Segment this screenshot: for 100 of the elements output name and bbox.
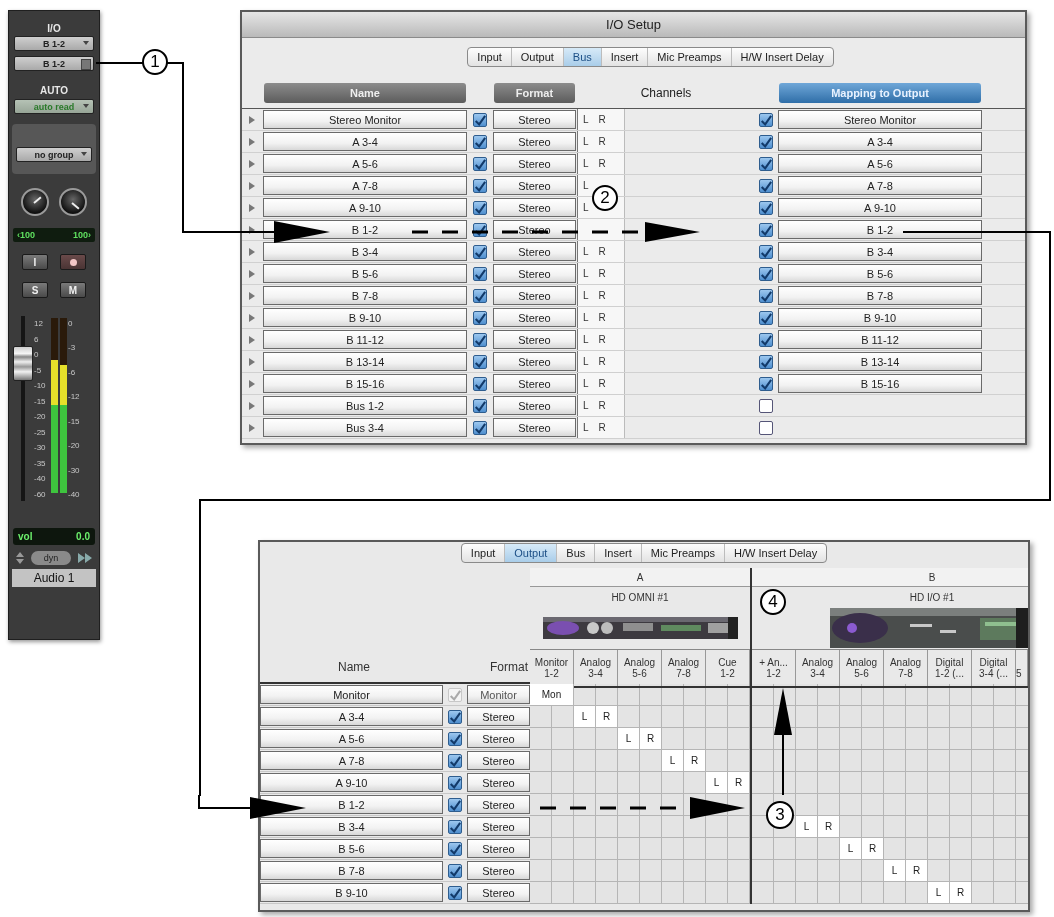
checkbox[interactable] (473, 354, 487, 369)
format-field[interactable]: Stereo (493, 352, 576, 371)
name-field[interactable]: A 7-8 (263, 176, 467, 195)
checkbox[interactable] (759, 354, 773, 369)
checkbox[interactable] (759, 332, 773, 347)
format-field[interactable]: Stereo (493, 242, 576, 261)
checkbox[interactable] (448, 753, 462, 768)
name-field[interactable]: B 11-12 (263, 330, 467, 349)
checkbox[interactable] (448, 819, 462, 834)
input-monitor-button[interactable]: I (22, 254, 48, 270)
name-field[interactable]: B 7-8 (260, 861, 443, 880)
format-field[interactable]: Stereo (493, 110, 576, 129)
patch-cell[interactable]: L (574, 706, 596, 728)
checkbox[interactable] (473, 398, 487, 413)
tab[interactable]: H/W Insert Delay (725, 544, 827, 562)
tab[interactable]: Bus (557, 544, 596, 562)
format-field[interactable]: Stereo (467, 861, 530, 880)
record-button[interactable] (60, 254, 86, 270)
checkbox[interactable] (448, 863, 462, 878)
mapping-field[interactable]: A 5-6 (778, 154, 982, 173)
patch-cell[interactable]: L (796, 816, 818, 838)
format-field[interactable]: Stereo (493, 264, 576, 283)
checkbox[interactable] (473, 266, 487, 281)
patch-cell[interactable]: L (884, 860, 906, 882)
mapping-field[interactable]: B 13-14 (778, 352, 982, 371)
name-field[interactable]: B 3-4 (260, 817, 443, 836)
name-field[interactable]: Bus 3-4 (263, 418, 467, 437)
name-field[interactable]: B 7-8 (263, 286, 467, 305)
checkbox[interactable] (473, 420, 487, 435)
patch-cell[interactable]: R (684, 750, 706, 772)
checkbox[interactable] (759, 112, 773, 127)
name-field[interactable]: B 5-6 (263, 264, 467, 283)
name-field[interactable]: A 9-10 (263, 198, 467, 217)
name-field[interactable]: B 15-16 (263, 374, 467, 393)
name-field[interactable]: B 5-6 (260, 839, 443, 858)
checkbox[interactable] (448, 841, 462, 856)
tab[interactable]: H/W Insert Delay (731, 48, 833, 66)
checkbox[interactable] (473, 288, 487, 303)
checkbox[interactable] (759, 178, 773, 193)
name-field[interactable]: A 9-10 (260, 773, 443, 792)
format-field[interactable]: Stereo (493, 198, 576, 217)
name-field[interactable]: A 5-6 (263, 154, 467, 173)
patch-cell[interactable]: R (862, 838, 884, 860)
checkbox[interactable] (759, 288, 773, 303)
name-field[interactable]: Stereo Monitor (263, 110, 467, 129)
checkbox[interactable] (448, 731, 462, 746)
output-selector[interactable]: B 1-2 (14, 56, 94, 71)
format-field[interactable]: Stereo (493, 154, 576, 173)
tab[interactable]: Bus (563, 48, 602, 66)
dyn-button[interactable]: dyn (31, 551, 71, 565)
patch-cell[interactable]: R (818, 816, 840, 838)
group-selector[interactable]: no group (16, 147, 92, 162)
patch-cell[interactable]: R (950, 882, 972, 904)
checkbox[interactable] (473, 376, 487, 391)
tab[interactable]: Insert (601, 48, 649, 66)
name-field[interactable]: B 9-10 (260, 883, 443, 902)
checkbox[interactable] (473, 178, 487, 193)
tab[interactable]: Output (505, 544, 558, 562)
checkbox[interactable] (473, 112, 487, 127)
format-field[interactable]: Stereo (493, 286, 576, 305)
column-header-button[interactable]: Format (494, 83, 575, 103)
fader-handle[interactable] (13, 346, 33, 381)
mapping-field[interactable]: B 9-10 (778, 308, 982, 327)
patch-cell[interactable]: R (906, 860, 928, 882)
checkbox[interactable] (448, 797, 462, 812)
format-field[interactable]: Stereo (493, 418, 576, 437)
solo-button[interactable]: S (22, 282, 48, 298)
mapping-field[interactable]: B 15-16 (778, 374, 982, 393)
mapping-field[interactable]: B 7-8 (778, 286, 982, 305)
checkbox[interactable] (759, 244, 773, 259)
name-field[interactable]: A 5-6 (260, 729, 443, 748)
format-field[interactable]: Stereo (467, 839, 530, 858)
name-field[interactable]: B 13-14 (263, 352, 467, 371)
name-field[interactable]: B 3-4 (263, 242, 467, 261)
mapping-field[interactable]: B 11-12 (778, 330, 982, 349)
mapping-field[interactable]: A 9-10 (778, 198, 982, 217)
mapping-field[interactable]: B 5-6 (778, 264, 982, 283)
name-field[interactable]: A 3-4 (260, 707, 443, 726)
checkbox[interactable] (759, 398, 773, 413)
patch-cell[interactable]: R (596, 706, 618, 728)
patch-cell[interactable]: L (928, 882, 950, 904)
tab[interactable]: Input (468, 48, 512, 66)
mapping-field[interactable]: B 1-2 (778, 220, 982, 239)
format-field[interactable]: Stereo (467, 795, 530, 814)
format-field[interactable]: Stereo (493, 132, 576, 151)
checkbox[interactable] (448, 709, 462, 724)
mapping-field[interactable]: Stereo Monitor (778, 110, 982, 129)
tab[interactable]: Insert (595, 544, 642, 562)
track-name[interactable]: Audio 1 (12, 569, 96, 587)
checkbox[interactable] (759, 222, 773, 237)
checkbox[interactable] (473, 156, 487, 171)
tab[interactable]: Output (511, 48, 564, 66)
pan-knob[interactable] (21, 188, 49, 216)
format-field[interactable]: Stereo (493, 330, 576, 349)
tab[interactable]: Mic Preamps (641, 544, 725, 562)
format-field[interactable]: Stereo (467, 883, 530, 902)
mapping-field[interactable]: A 7-8 (778, 176, 982, 195)
mapping-field[interactable]: B 3-4 (778, 242, 982, 261)
format-field[interactable]: Stereo (467, 817, 530, 836)
checkbox[interactable] (473, 200, 487, 215)
